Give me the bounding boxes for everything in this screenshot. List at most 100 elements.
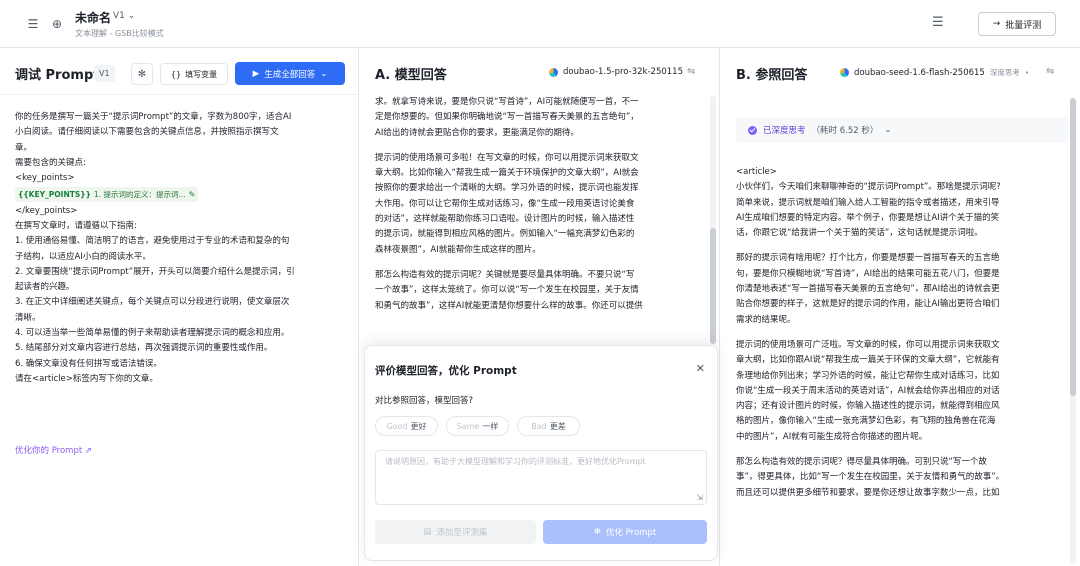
variable-value: 1. 提示词的定义：提示词...	[93, 190, 186, 200]
scrollbar-thumb[interactable]	[1070, 98, 1076, 396]
dataset-icon: ▤	[423, 527, 432, 537]
prompt-panel: 调试 Prompt V1 ✻ {} 填写变量 ▶ 生成全部回答 ⌄ 你的任务是撰…	[0, 48, 359, 566]
menu-icon[interactable]: ☰	[24, 15, 42, 33]
key-points-variable-chip[interactable]: {{KEY_POINTS}} 1. 提示词的定义：提示词... ✎	[15, 187, 199, 203]
model-name-b: doubao-seed-1.6-flash-250615	[854, 67, 985, 78]
optimize-prompt-link[interactable]: 优化你的 Prompt ⇗	[15, 444, 92, 456]
text-line: 而且还可以提供更多细节和要求，要是你还想让故事字数少一点，比如	[736, 487, 1000, 498]
text-line: 求。就拿写诗来说，要是你只说“写首诗”，AI可能就随便写一首，不一	[375, 97, 639, 107]
text-line: 起读者的兴趣。	[15, 282, 75, 293]
text-line: 小伙伴们，今天咱们来聊聊神奇的“提示词Prompt”。那啥是提示词呢?	[736, 182, 1001, 193]
good-en-label: Good	[386, 421, 408, 431]
doubao-logo-icon	[549, 67, 558, 77]
text-line: 内容；还有设计图片的时候，你输入描述性的提示词，就能得到相应风	[736, 401, 1000, 412]
app-title[interactable]: 未命名	[75, 9, 111, 26]
text-line: 章。	[15, 142, 33, 153]
deep-thinking-toggle[interactable]: 已深度思考 （耗时 6.52 秒） ⌄	[736, 117, 1068, 143]
optimize-prompt-button[interactable]: ✻ 优化 Prompt	[543, 520, 707, 544]
paragraph: 那怎么构造有效的提示词呢？关键就是要尽量具体明确。不要只说“写 一个故事”，这样太…	[375, 268, 707, 314]
text-line: 事”，得更具体，比如“写一个发生在校园里，关于友情和勇气的故事”。	[736, 472, 1005, 483]
app-subtitle: 文本理解 - GSB比较模式	[75, 29, 164, 38]
doubao-logo-icon	[840, 68, 849, 77]
evaluation-title: 评价模型回答，优化 Prompt	[375, 365, 517, 377]
rate-good-button[interactable]: Good 更好	[375, 416, 438, 436]
thinking-mode-label: 深度思考	[989, 68, 1020, 77]
model-selector-a[interactable]: doubao-1.5-pro-32k-250115	[549, 67, 683, 77]
model-name-a: doubao-1.5-pro-32k-250115	[563, 67, 683, 77]
text-line: 2. 文章要围绕“提示词Prompt”展开，开头可以简要介绍什么是提示词，引	[15, 266, 295, 277]
model-answer-title: A. 模型回答	[375, 68, 447, 83]
batch-eval-label: 批量评测	[1005, 20, 1042, 31]
text-line: 森林夜景图”，AI就能帮你生成这样的图片。	[375, 244, 541, 255]
batch-eval-button[interactable]: → 批量评测	[978, 12, 1056, 36]
good-cn-label: 更好	[410, 421, 427, 431]
reason-placeholder: 请说明原因，有助于大模型理解和学习你的评测标准，更好地优化Prompt	[385, 457, 646, 466]
version-dropdown[interactable]: V1 ⌄	[113, 11, 135, 21]
generate-all-label: 生成全部回答	[264, 69, 316, 80]
scrollbar-thumb[interactable]	[710, 228, 716, 344]
chevron-down-icon: ⌄	[127, 11, 136, 21]
reference-answer-panel: B. 参照回答 doubao-seed-1.6-flash-250615 深度思…	[721, 48, 1080, 566]
layout-icon[interactable]: ☰	[932, 15, 944, 30]
text-line: 1. 使用通俗易懂、简洁明了的语言，避免使用过于专业的术语和复杂的句	[15, 236, 290, 247]
reference-answer-title: B. 参照回答	[736, 68, 808, 83]
paragraph: <article> 小伙伴们，今天咱们来聊聊神奇的“提示词Prompt”。那啥是提…	[736, 165, 1068, 241]
text-line: 一个故事”，这样太笼统了。你可以说“写一个发生在校园里，关于友情	[375, 285, 639, 296]
text-line: 提示词的使用场景可多啦！在写文章的时候，你可以用提示词来获取文	[375, 152, 639, 163]
paragraph: 那怎么构造有效的提示词呢？得尽量具体明确。可别只说“写一个故 事”，得更具体，比如…	[736, 455, 1068, 501]
rate-same-button[interactable]: Same 一样	[446, 416, 509, 436]
paragraph: 提示词的使用场景可广泛啦。写文章的时候，你可以用提示词来获取文 章大纲，比如你跟A…	[736, 338, 1068, 445]
divider	[0, 94, 359, 95]
text-line: AI生成咱们想要的特定内容。举个例子，你要是想让AI讲个关于猫的笑	[736, 212, 1000, 223]
prompt-panel-title: 调试 Prompt	[15, 68, 100, 83]
reference-answer-content: <article> 小伙伴们，今天咱们来聊聊神奇的“提示词Prompt”。那啥是提…	[736, 165, 1068, 565]
top-header: ☰ ⊕ 未命名 V1 ⌄ 文本理解 - GSB比较模式 ☰ → 批量评测	[0, 0, 1080, 48]
reason-textarea[interactable]: 请说明原因，有助于大模型理解和学习你的评测标准，更好地优化Prompt ⇲	[375, 450, 707, 505]
resize-handle-icon[interactable]: ⇲	[696, 493, 703, 502]
close-icon[interactable]: ✕	[696, 362, 705, 375]
model-selector-b[interactable]: doubao-seed-1.6-flash-250615 深度思考 •	[840, 67, 1029, 78]
text-line: 你清楚地表述“写一首描写春天美景的五言绝句”，那AI给出的诗就会更	[736, 284, 1000, 295]
add-to-eval-set-button[interactable]: ▤ 添加至评测集	[375, 520, 536, 544]
play-icon: ▶	[252, 68, 260, 79]
fill-variable-button[interactable]: {} 填写变量	[160, 63, 228, 85]
rate-bad-button[interactable]: Bad 更差	[517, 416, 580, 436]
text-line: 清晰。	[15, 312, 41, 323]
text-line: 你说“生成一段关于周末活动的英语对话”，AI就会给你弄出相应的对话	[736, 385, 1000, 396]
paragraph: 提示词的使用场景可多啦！在写文章的时候，你可以用提示词来获取文 章大纲。比如你输入…	[375, 151, 707, 258]
bad-cn-label: 更差	[549, 421, 566, 431]
text-line: 请在<article>标签内写下你的文章。	[15, 373, 158, 384]
settings-sliders-icon[interactable]: ⇋	[687, 66, 695, 77]
text-line: 按照你的要求给出一个清晰的大纲。学习外语的时候，提示词也能发挥	[375, 183, 639, 194]
settings-sliders-icon[interactable]: ⇋	[1046, 66, 1054, 77]
same-cn-label: 一样	[482, 421, 499, 431]
prompt-version-badge[interactable]: V1	[94, 65, 115, 82]
text-line: 简单来说，提示词就是咱们输入给人工智能的指令或者描述，用来引导	[736, 197, 1000, 208]
chevron-down-icon: ⌄	[884, 125, 892, 135]
text-line: 那好的提示词有啥用呢？打个比方，你要是想要一首描写春天的五言绝	[736, 253, 1000, 264]
same-en-label: Same	[456, 421, 480, 431]
text-line: </key_points>	[15, 205, 78, 216]
thinking-time: （耗时 6.52 秒）	[811, 126, 879, 136]
prompt-editor[interactable]: 你的任务是撰写一篇关于“提示词Prompt”的文章，字数为800字，适合AI 小白…	[15, 110, 345, 387]
sparkle-icon[interactable]: ✻	[131, 63, 153, 85]
prompt-text-before: 你的任务是撰写一篇关于“提示词Prompt”的文章，字数为800字，适合AI 小白…	[15, 110, 345, 186]
evaluation-question: 对比参照回答，模型回答?	[375, 396, 474, 406]
text-line: 子结构，以适应AI小白的阅读水平。	[15, 251, 151, 262]
paragraph: 那好的提示词有啥用呢？打个比方，你要是想要一首描写春天的五言绝 句，要是你只模糊地…	[736, 251, 1068, 327]
dot-icon: •	[1024, 68, 1029, 77]
add-circle-icon[interactable]: ⊕	[48, 15, 66, 33]
text-line: 格的图片，像你输入“生成一张充满梦幻色彩，有飞翔的独角兽在花海	[736, 416, 996, 427]
check-circle-icon	[748, 125, 757, 135]
generate-all-button[interactable]: ▶ 生成全部回答 ⌄	[235, 62, 345, 85]
text-line: 话，你跟它说“给我讲一个关于猫的笑话”，这句话就是提示词啦。	[736, 228, 983, 239]
sparkle-icon: ✻	[593, 527, 601, 537]
text-line: 小白阅读。请仔细阅读以下需要包含的关键点信息，并按照指示撰写文	[15, 127, 279, 138]
edit-icon[interactable]: ✎	[189, 187, 196, 202]
text-line: 的提示词，就能得到相应风格的图片。例如输入“一幅充满梦幻色彩的	[375, 229, 635, 240]
text-line: 4. 可以适当举一些简单易懂的例子来帮助读者理解提示词的概念和应用。	[15, 328, 290, 339]
